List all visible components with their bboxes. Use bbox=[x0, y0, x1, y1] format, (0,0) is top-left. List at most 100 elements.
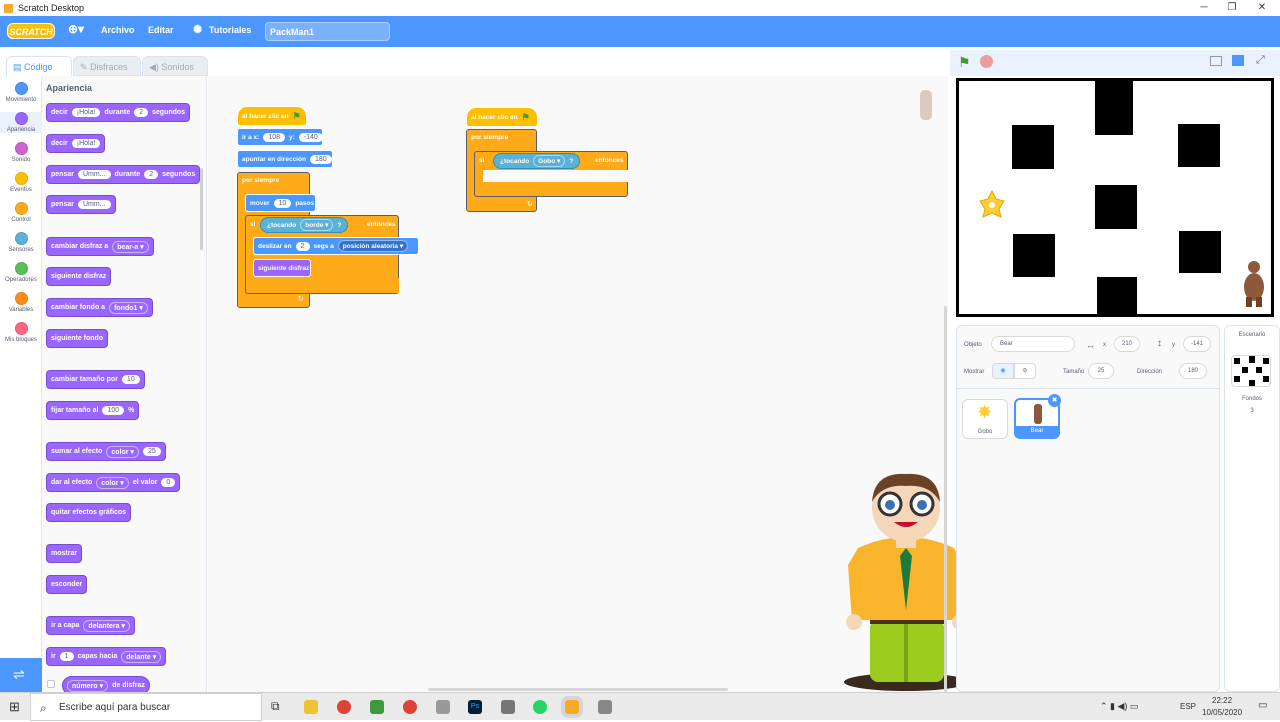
scratch-logo[interactable]: SCRATCH bbox=[7, 23, 55, 39]
block-hide[interactable]: esconder bbox=[46, 575, 88, 594]
block-show[interactable]: mostrar bbox=[46, 544, 83, 563]
large-stage-icon[interactable] bbox=[1232, 55, 1244, 66]
tab-code[interactable]: ▤ Código bbox=[6, 56, 72, 76]
block-dropdown[interactable]: delantera ▾ bbox=[83, 619, 131, 632]
sprite-name-input[interactable]: Bear bbox=[991, 336, 1075, 352]
size-input[interactable]: 25 bbox=[1088, 363, 1114, 379]
x-input[interactable]: 210 bbox=[1114, 336, 1140, 352]
block-next-backdrop[interactable]: siguiente fondo bbox=[46, 329, 109, 348]
block-input[interactable]: 10 bbox=[273, 198, 292, 208]
category-operators[interactable]: Operadores bbox=[0, 262, 42, 283]
block-set-size[interactable]: fijar tamaño al 100% bbox=[46, 401, 140, 420]
block-go-to-xy[interactable]: ir a x: 108 y: -140 bbox=[237, 128, 323, 146]
backdrop-thumbnail[interactable] bbox=[1231, 355, 1271, 387]
block-dropdown[interactable]: Gobo ▾ bbox=[533, 155, 566, 167]
block-input[interactable]: 0 bbox=[161, 478, 176, 487]
sprite-thumb-bear[interactable]: Bear ✖ bbox=[1014, 394, 1061, 439]
show-hidden-button[interactable]: ⊘ bbox=[1014, 363, 1036, 379]
block-dropdown[interactable]: color ▾ bbox=[96, 476, 129, 489]
block-clear-effects[interactable]: quitar efectos gráficos bbox=[46, 503, 132, 522]
block-input[interactable]: Umm... bbox=[77, 200, 111, 209]
block-dropdown[interactable]: color ▾ bbox=[106, 445, 139, 458]
notifications-icon[interactable]: ▭ bbox=[1258, 700, 1267, 711]
block-go-layers[interactable]: ir 1 capas hacia delante ▾ bbox=[46, 647, 167, 666]
reporter-checkbox[interactable] bbox=[47, 680, 55, 688]
stage-canvas[interactable] bbox=[956, 78, 1274, 317]
tab-sounds[interactable]: ◀) Sonidos bbox=[142, 56, 208, 76]
block-input[interactable]: 108 bbox=[263, 132, 286, 142]
chrome-icon[interactable] bbox=[337, 700, 351, 714]
block-dropdown[interactable]: bear-a ▾ bbox=[112, 240, 149, 253]
block-costume-number[interactable]: número ▾ de disfraz bbox=[62, 676, 150, 692]
app-icon[interactable] bbox=[501, 700, 515, 714]
block-think-for[interactable]: pensar Umm... durante 2 segundos bbox=[46, 165, 201, 184]
stage-selector[interactable]: Escenario Fondos 3 bbox=[1224, 325, 1280, 692]
workspace-v-scrollbar[interactable] bbox=[944, 306, 947, 692]
close-button[interactable]: ✕ bbox=[1248, 0, 1276, 15]
palette-scrollbar[interactable] bbox=[200, 168, 203, 250]
category-my-blocks[interactable]: Mis bloques bbox=[0, 322, 42, 343]
block-input[interactable]: 10 bbox=[121, 375, 140, 384]
category-variables[interactable]: Variables bbox=[0, 292, 42, 313]
block-input[interactable]: ¡Hola! bbox=[71, 108, 101, 117]
file-explorer-icon[interactable] bbox=[304, 700, 318, 714]
block-touching[interactable]: ¿tocando borde ▾? bbox=[260, 217, 349, 233]
block-input[interactable]: 100 bbox=[102, 406, 125, 415]
app-icon[interactable] bbox=[598, 700, 612, 714]
delete-sprite-button[interactable]: ✖ bbox=[1048, 394, 1061, 407]
block-input[interactable]: ¡Hola! bbox=[71, 139, 101, 148]
project-title-input[interactable]: PackMan1 bbox=[265, 22, 390, 41]
block-say[interactable]: decir ¡Hola! bbox=[46, 134, 106, 153]
script-workspace[interactable]: al hacer clic en ⚑ ir a x: 108 y: -140 apunt… bbox=[208, 76, 968, 692]
block-next-costume-script[interactable]: siguiente disfraz bbox=[253, 259, 311, 277]
block-next-costume[interactable]: siguiente disfraz bbox=[46, 267, 112, 286]
minimize-button[interactable]: ─ bbox=[1190, 0, 1218, 15]
tab-costumes[interactable]: ✎ Disfraces bbox=[73, 56, 141, 76]
scratch-taskbar-icon[interactable] bbox=[565, 700, 579, 714]
fullscreen-icon[interactable]: ⤢ bbox=[1256, 54, 1265, 67]
taskbar-search[interactable]: ⌕ Escribe aquí para buscar bbox=[30, 693, 262, 721]
add-extension-button[interactable]: ⇌ bbox=[0, 658, 42, 692]
y-input[interactable]: -141 bbox=[1183, 336, 1211, 352]
category-events[interactable]: Eventos bbox=[0, 172, 42, 193]
clock-time[interactable]: 22:22 bbox=[1212, 696, 1232, 705]
sprite-thumb-gobo[interactable]: ✸ Gobo bbox=[962, 399, 1008, 439]
block-if-then[interactable]: si ¿tocando Gobo ▾? entonces bbox=[474, 151, 628, 197]
block-go-layer[interactable]: ir a capa delantera ▾ bbox=[46, 616, 136, 635]
app-icon[interactable] bbox=[370, 700, 384, 714]
block-input[interactable]: 1 bbox=[59, 652, 74, 661]
block-set-effect[interactable]: dar al efecto color ▾ el valor 0 bbox=[46, 473, 181, 492]
category-sensing[interactable]: Sensores bbox=[0, 232, 42, 253]
block-point-direction[interactable]: apuntar en dirección 180 bbox=[237, 150, 333, 168]
block-move-steps[interactable]: mover 10 pasos bbox=[245, 194, 316, 212]
block-input[interactable]: 2 bbox=[144, 170, 159, 179]
whatsapp-icon[interactable] bbox=[533, 700, 547, 714]
block-input[interactable]: Umm... bbox=[77, 170, 111, 179]
category-control[interactable]: Control bbox=[0, 202, 42, 223]
block-input[interactable]: 2 bbox=[295, 241, 310, 251]
task-view-icon[interactable]: ⧉ bbox=[271, 699, 280, 714]
block-when-flag-clicked[interactable]: al hacer clic en ⚑ bbox=[466, 107, 538, 127]
block-change-effect[interactable]: sumar al efecto color ▾ 25 bbox=[46, 442, 166, 461]
globe-icon[interactable]: ⊕▾ bbox=[68, 22, 84, 36]
stop-icon[interactable] bbox=[980, 55, 993, 68]
block-touching[interactable]: ¿tocando Gobo ▾? bbox=[493, 153, 581, 169]
photoshop-icon[interactable]: Ps bbox=[468, 700, 482, 714]
maximize-button[interactable]: ❐ bbox=[1218, 0, 1246, 15]
menu-tutorials[interactable]: Tutoriales bbox=[209, 25, 251, 35]
block-say-for[interactable]: decir ¡Hola! durante 2 segundos bbox=[46, 103, 191, 122]
chrome-icon[interactable] bbox=[403, 700, 417, 714]
block-dropdown[interactable]: fondo1 ▾ bbox=[109, 301, 148, 314]
block-when-flag-clicked[interactable]: al hacer clic en ⚑ bbox=[237, 106, 307, 126]
green-flag-icon[interactable]: ⚑ bbox=[958, 54, 971, 71]
app-icon[interactable] bbox=[436, 700, 450, 714]
clock-date[interactable]: 10/05/2020 bbox=[1202, 708, 1242, 717]
block-input[interactable]: 180 bbox=[309, 154, 332, 164]
block-dropdown[interactable]: delante ▾ bbox=[121, 650, 162, 663]
block-change-size[interactable]: cambiar tamaño por 10 bbox=[46, 370, 145, 389]
category-motion[interactable]: Movimiento bbox=[0, 82, 42, 103]
block-input[interactable]: -140 bbox=[298, 132, 323, 142]
windows-start-icon[interactable]: ⊞ bbox=[9, 699, 20, 715]
block-dropdown[interactable]: posición aleatoria ▾ bbox=[337, 240, 409, 252]
block-input[interactable]: 25 bbox=[142, 447, 161, 456]
